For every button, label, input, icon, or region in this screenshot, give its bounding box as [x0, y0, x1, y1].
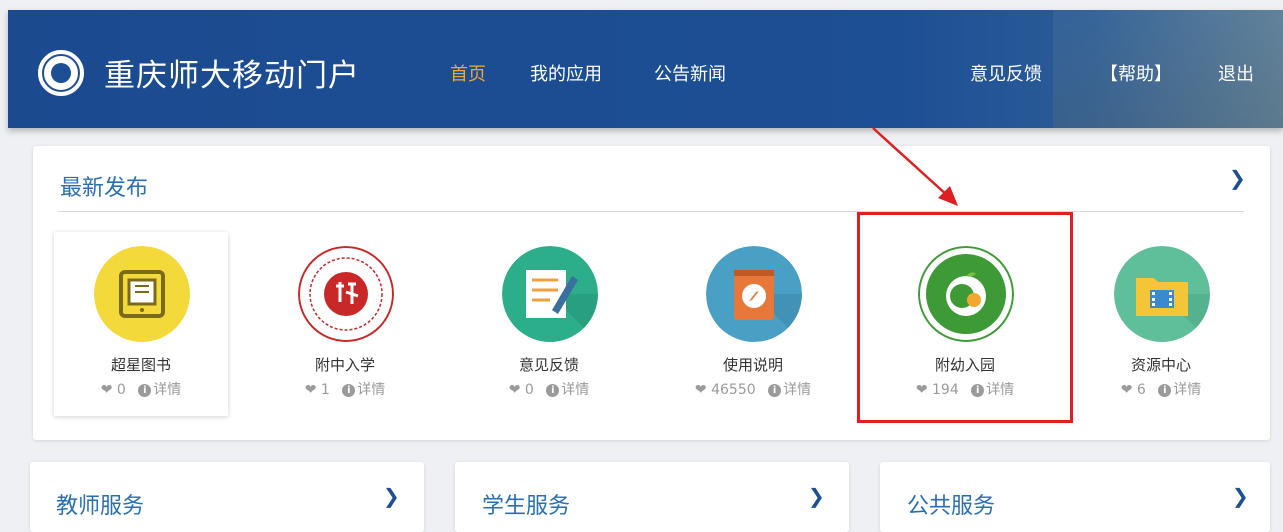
like-count: 46550 — [711, 382, 756, 398]
like-count: 6 — [1136, 382, 1146, 398]
detail-link[interactable]: 详情 — [153, 382, 181, 398]
app-meta: ❤ 46550 i 详情 — [666, 379, 840, 399]
app-tile-chaoxing[interactable]: 超星图书 ❤ 0 i 详情 — [54, 232, 228, 416]
info-icon: i — [1158, 384, 1172, 397]
nav-help[interactable]: 【帮助】 — [1100, 60, 1172, 86]
app-tile-user-guide[interactable]: 使用说明 ❤ 46550 i 详情 — [666, 232, 840, 416]
app-tile-fuzhong[interactable]: 附中入学 ❤ 1 i 详情 — [258, 232, 432, 416]
teacher-service-title: 教师服务 — [56, 494, 145, 519]
public-service-chevron-icon[interactable]: ❯ — [1232, 484, 1249, 508]
info-icon: i — [768, 384, 782, 397]
app-name: 附中入学 — [314, 356, 375, 374]
app-tile-resource-center[interactable]: 资源中心 ❤ 6 i 详情 — [1074, 232, 1248, 416]
nav-logout[interactable]: 退出 — [1218, 60, 1254, 86]
app-tile-feedback[interactable]: 意见反馈 ❤ 0 i 详情 — [462, 232, 636, 416]
logo-ring — [42, 54, 80, 92]
student-service-title: 学生服务 — [482, 494, 571, 519]
teacher-service-chevron-icon[interactable]: ❯ — [383, 484, 400, 508]
app-name: 超星图书 — [110, 356, 171, 374]
book-reader-icon — [94, 246, 190, 342]
app-meta: ❤ 0 i 详情 — [54, 379, 228, 399]
annotation-highlight-box — [857, 212, 1073, 423]
heart-icon[interactable]: ❤ — [101, 382, 113, 398]
nav-home[interactable]: 首页 — [450, 60, 486, 86]
compass-book-icon — [706, 246, 802, 342]
info-icon: i — [546, 384, 560, 397]
nav-my-apps[interactable]: 我的应用 — [530, 60, 602, 86]
like-count: 0 — [524, 382, 534, 398]
latest-more-chevron-icon[interactable]: ❯ — [1229, 166, 1246, 190]
app-name: 使用说明 — [722, 356, 783, 374]
app-name: 意见反馈 — [518, 356, 579, 374]
site-title: 重庆师大移动门户 — [104, 58, 360, 94]
app-meta: ❤ 1 i 详情 — [258, 379, 432, 399]
folder-film-icon — [1114, 246, 1210, 342]
heart-icon[interactable]: ❤ — [695, 382, 707, 398]
nav-news[interactable]: 公告新闻 — [654, 60, 726, 86]
info-icon: i — [138, 384, 152, 397]
feedback-pencil-icon — [502, 246, 598, 342]
detail-link[interactable]: 详情 — [357, 382, 385, 398]
app-meta: ❤ 6 i 详情 — [1074, 379, 1248, 399]
app-meta: ❤ 0 i 详情 — [462, 379, 636, 399]
heart-icon[interactable]: ❤ — [305, 382, 317, 398]
heart-icon[interactable]: ❤ — [1121, 382, 1133, 398]
top-header: 重庆师大移动门户 首页 我的应用 公告新闻 意见反馈 【帮助】 退出 — [8, 10, 1283, 128]
detail-link[interactable]: 详情 — [561, 382, 589, 398]
detail-link[interactable]: 详情 — [783, 382, 811, 398]
latest-release-title: 最新发布 — [60, 176, 149, 201]
like-count: 1 — [320, 382, 330, 398]
student-service-chevron-icon[interactable]: ❯ — [808, 484, 825, 508]
middle-school-seal-icon — [298, 246, 394, 342]
logo-emblem-icon — [51, 63, 71, 83]
heart-icon[interactable]: ❤ — [509, 382, 521, 398]
app-name: 资源中心 — [1130, 356, 1191, 374]
nav-feedback[interactable]: 意见反馈 — [970, 60, 1042, 86]
info-icon: i — [342, 384, 356, 397]
public-service-title: 公共服务 — [907, 494, 996, 519]
like-count: 0 — [116, 382, 126, 398]
university-logo[interactable] — [38, 50, 84, 96]
detail-link[interactable]: 详情 — [1173, 382, 1201, 398]
